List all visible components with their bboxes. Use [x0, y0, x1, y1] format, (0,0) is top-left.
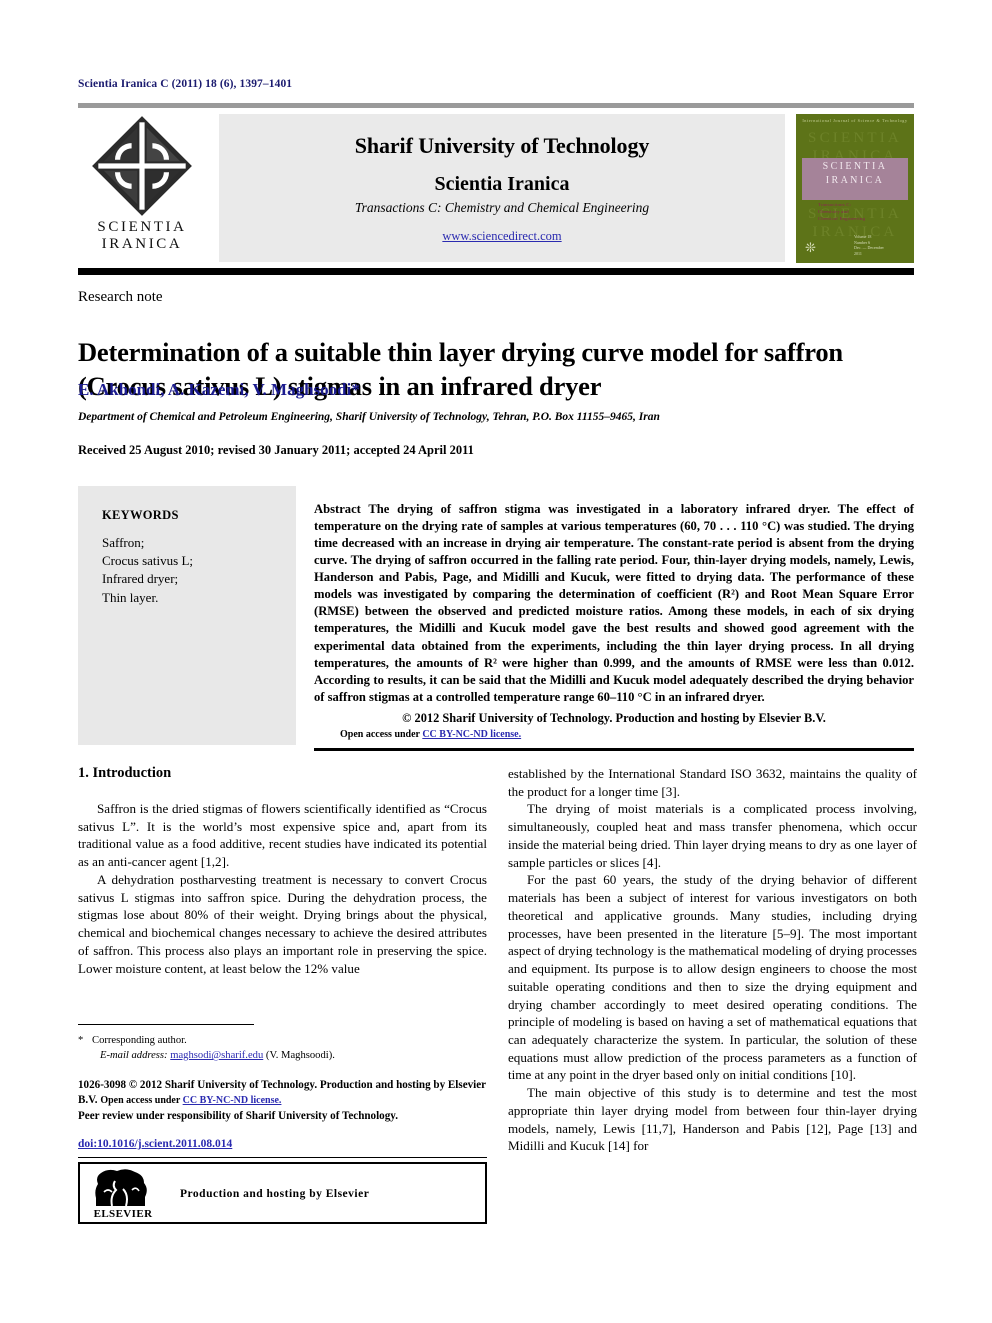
- university-name: Sharif University of Technology: [354, 132, 650, 158]
- paragraph: For the past 60 years, the study of the …: [508, 872, 917, 1083]
- production-hosting-text: Production and hosting by Elsevier: [180, 1188, 370, 1200]
- scientia-iranica-emblem-icon: [92, 116, 192, 216]
- journal-cover-thumbnail: International Journal of Science & Techn…: [796, 114, 914, 263]
- footnote-block: * Corresponding author. E-mail address: m…: [78, 1033, 487, 1063]
- cover-band-line-1: SCIENTIA: [822, 161, 888, 172]
- cover-footer: Volume 18 Number 6 Dec. — December 2011: [854, 234, 884, 257]
- elsevier-wordmark: ELSEVIER: [93, 1208, 153, 1220]
- keyword-item: Infrared dryer;: [102, 571, 179, 587]
- cover-subtitle-line-2: Chemistry and: [818, 208, 849, 214]
- article-type: Research note: [78, 289, 163, 305]
- keywords-title: KEYWORDS: [102, 508, 179, 522]
- abstract-block: Abstract The drying of saffron stigma wa…: [314, 501, 914, 706]
- abstract-text: The drying of saffron stigma was investi…: [314, 502, 914, 704]
- abstract-copyright: © 2012 Sharif University of Technology. …: [402, 711, 826, 725]
- elsevier-production-box: ELSEVIER Production and hosting by Elsev…: [78, 1162, 487, 1224]
- masthead-center-panel: Sharif University of Technology Scientia…: [219, 114, 785, 262]
- section-heading-introduction: 1. Introduction: [78, 765, 172, 781]
- cover-emblem-icon: ❊: [805, 240, 816, 255]
- body-column-right: established by the International Standar…: [508, 765, 917, 1155]
- paragraph: A dehydration postharvesting treatment i…: [78, 871, 487, 976]
- cc-license-link[interactable]: CC BY-NC-ND license.: [422, 729, 521, 740]
- elsevier-rule: [78, 1157, 487, 1158]
- cover-band-line-2: IRANICA: [825, 175, 885, 186]
- journal-transactions: Transactions C: Chemistry and Chemical E…: [354, 199, 650, 215]
- cover-top-line: International Journal of Science & Techn…: [802, 118, 908, 123]
- sciencedirect-link[interactable]: www.sciencedirect.com: [442, 229, 561, 244]
- doi-link[interactable]: doi:10.1016/j.scient.2011.08.014: [78, 1138, 232, 1150]
- email-note: E-mail address: maghsodi@sharif.edu (V. …: [78, 1048, 487, 1063]
- imprint-cc-license-link[interactable]: CC BY-NC-ND license.: [183, 1095, 282, 1106]
- paper-page: Scientia Iranica C (2011) 18 (6), 1397–1…: [0, 0, 992, 1323]
- imprint-block: 1026-3098 © 2012 Sharif University of Te…: [78, 1078, 487, 1124]
- paragraph: established by the International Standar…: [508, 766, 917, 799]
- top-grey-rule: [78, 103, 914, 108]
- cover-subtitle-line-1: Transactions C:: [818, 202, 852, 207]
- elsevier-logo: ELSEVIER: [92, 1168, 154, 1222]
- journal-name: Scientia Iranica: [434, 172, 570, 195]
- abstract-open-access: Open access under CC BY-NC-ND license.: [340, 729, 521, 740]
- peer-review-note: Peer review under responsibility of Shar…: [78, 1109, 398, 1122]
- sharif-logo: SCIENTIA IRANICA: [78, 114, 206, 263]
- keywords-box: KEYWORDS Saffron; Crocus sativus L; Infr…: [78, 486, 296, 745]
- keyword-item: Thin layer.: [102, 589, 159, 605]
- corresponding-author-text: Corresponding author.: [92, 1035, 187, 1046]
- email-label: E-mail address:: [100, 1050, 168, 1062]
- paragraph: The drying of moist materials is a compl…: [508, 801, 917, 870]
- logo-word-line-2: IRANICA: [101, 235, 183, 252]
- abstract-bottom-rule: [314, 748, 914, 751]
- corresponding-author-note: * Corresponding author.: [78, 1033, 487, 1048]
- cover-subtitle: Transactions C: Chemistry and Chemical E…: [818, 202, 865, 223]
- cover-subtitle-line-3: Chemical Engineering: [818, 215, 866, 221]
- email-link[interactable]: maghsodi@sharif.edu: [170, 1050, 263, 1061]
- paragraph: The main objective of this study is to d…: [508, 1085, 917, 1154]
- email-suffix: (V. Maghsoodi).: [265, 1050, 335, 1062]
- article-dates: Received 25 August 2010; revised 30 Janu…: [78, 443, 474, 457]
- footnote-rule: [78, 1024, 254, 1025]
- masthead-black-rule: [78, 268, 914, 275]
- cover-title-band: SCIENTIA IRANICA: [802, 158, 908, 200]
- logo-wordmark: SCIENTIA IRANICA: [97, 219, 186, 253]
- elsevier-tree-icon: [95, 1169, 147, 1207]
- open-access-prefix: Open access under: [340, 729, 423, 740]
- journal-masthead: SCIENTIA IRANICA Sharif University of Te…: [78, 114, 914, 263]
- body-column-left: Saffron is the dried stigmas of flowers …: [78, 800, 487, 977]
- keyword-item: Crocus sativus L;: [102, 553, 193, 569]
- logo-word-line-1: SCIENTIA: [97, 219, 187, 235]
- author-list: E. Akhondi, A. Kazemi, V. Maghsoodi*: [78, 380, 360, 399]
- paragraph: Saffron is the dried stigmas of flowers …: [78, 801, 487, 870]
- cover-footer-line-4: 2011: [854, 251, 862, 257]
- running-head: Scientia Iranica C (2011) 18 (6), 1397–1…: [78, 78, 293, 90]
- affiliation: Department of Chemical and Petroleum Eng…: [78, 411, 660, 423]
- asterisk-icon: *: [78, 1035, 84, 1046]
- cover-ghost-line-1: SCIENTIA: [808, 130, 902, 146]
- abstract-label: Abstract: [314, 502, 361, 516]
- keyword-item: Saffron;: [102, 535, 145, 550]
- imprint-open-access-prefix: Open access under: [100, 1095, 183, 1107]
